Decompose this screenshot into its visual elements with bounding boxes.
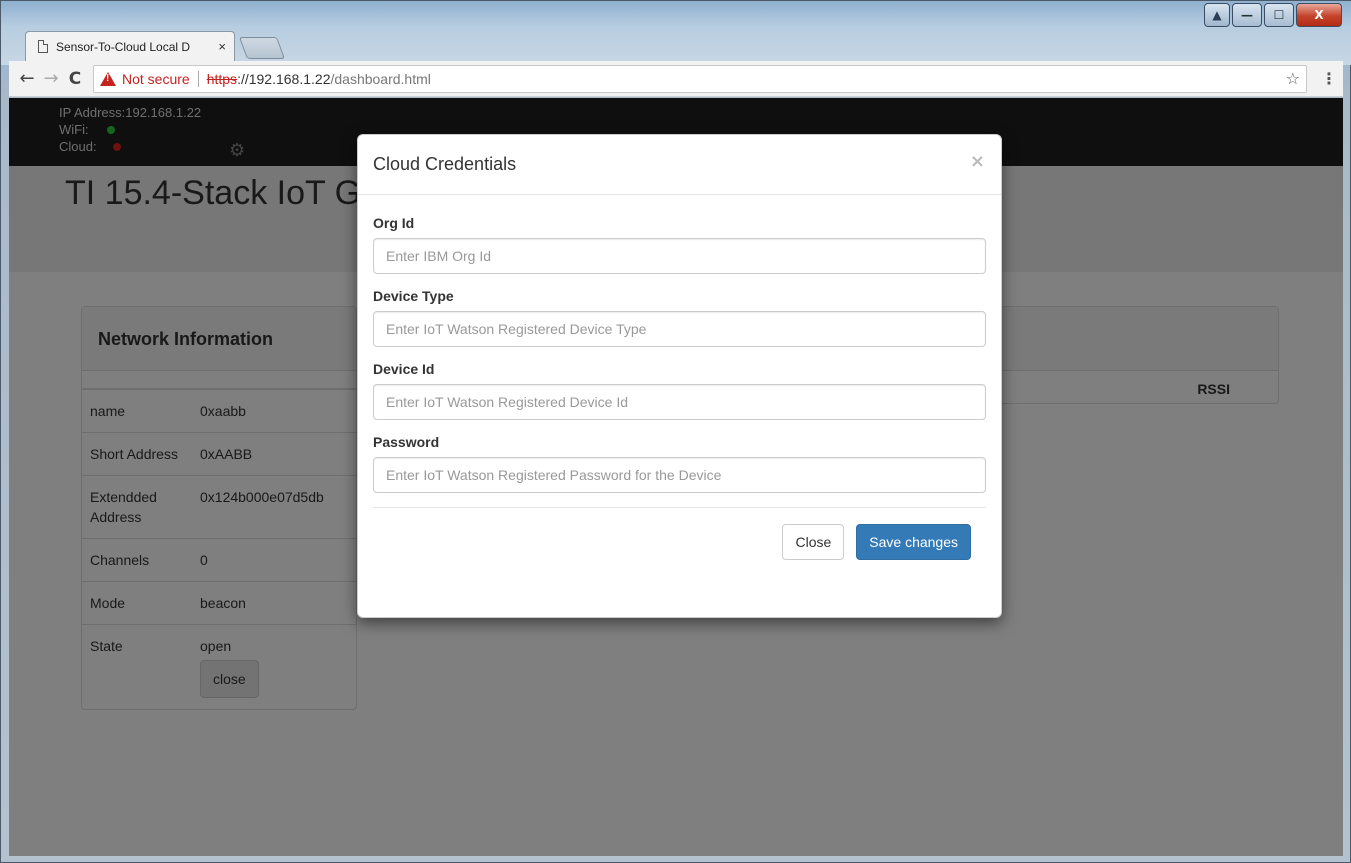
password-label: Password	[373, 434, 440, 450]
browser-toolbar: ← → C Not secure https ://192.168.1.22 /…	[9, 61, 1343, 97]
warning-icon	[100, 71, 116, 86]
menu-icon[interactable]: ⋮	[1321, 69, 1337, 88]
modal-title: Cloud Credentials	[373, 154, 517, 174]
url-path: /dashboard.html	[330, 70, 431, 87]
device-type-input[interactable]	[373, 311, 986, 347]
org-id-group: Org Id	[373, 215, 986, 274]
bookmark-star-icon[interactable]: ☆	[1286, 69, 1300, 88]
device-type-group: Device Type	[373, 288, 986, 347]
close-icon[interactable]: ×	[970, 151, 985, 172]
device-id-input[interactable]	[373, 384, 986, 420]
url-scheme: https	[206, 70, 238, 87]
back-button[interactable]: ←	[15, 67, 39, 91]
user-icon[interactable]: ▲	[1204, 3, 1230, 27]
modal-footer: Close Save changes	[373, 507, 986, 576]
browser-window: ▲ — ☐ X Sensor-To-Cloud Local D × ← → C …	[0, 0, 1351, 863]
tab-close-icon[interactable]: ×	[218, 39, 226, 54]
modal-header: Cloud Credentials ×	[358, 135, 1001, 195]
device-id-group: Device Id	[373, 361, 986, 420]
close-button[interactable]: Close	[782, 524, 845, 560]
maximize-button[interactable]: ☐	[1264, 3, 1294, 27]
browser-tab[interactable]: Sensor-To-Cloud Local D ×	[25, 31, 235, 61]
minimize-button[interactable]: —	[1232, 3, 1262, 27]
tab-title: Sensor-To-Cloud Local D	[56, 39, 191, 54]
window-controls: ▲ — ☐ X	[1204, 3, 1342, 27]
page-icon	[38, 40, 48, 53]
url-host: ://192.168.1.22	[237, 70, 331, 87]
org-id-label: Org Id	[373, 215, 415, 231]
cloud-credentials-modal: Cloud Credentials × Org Id Device Type D…	[357, 134, 1002, 618]
device-id-label: Device Id	[373, 361, 435, 377]
password-group: Password	[373, 434, 986, 493]
modal-body: Org Id Device Type Device Id Password	[358, 195, 1001, 493]
reload-button[interactable]: C	[63, 67, 87, 91]
device-type-label: Device Type	[373, 288, 454, 304]
window-close-button[interactable]: X	[1296, 3, 1342, 27]
org-id-input[interactable]	[373, 238, 986, 274]
omnibox-separator	[197, 70, 199, 87]
page-viewport: IP Address:192.168.1.22 WiFi: Cloud: ⚙ T…	[9, 98, 1343, 856]
address-bar[interactable]: Not secure https ://192.168.1.22 /dashbo…	[93, 64, 1307, 93]
save-changes-button[interactable]: Save changes	[856, 524, 971, 560]
not-secure-label[interactable]: Not secure	[122, 71, 190, 87]
password-input[interactable]	[373, 457, 986, 493]
new-tab-button[interactable]	[238, 37, 286, 59]
forward-button[interactable]: →	[39, 67, 63, 91]
